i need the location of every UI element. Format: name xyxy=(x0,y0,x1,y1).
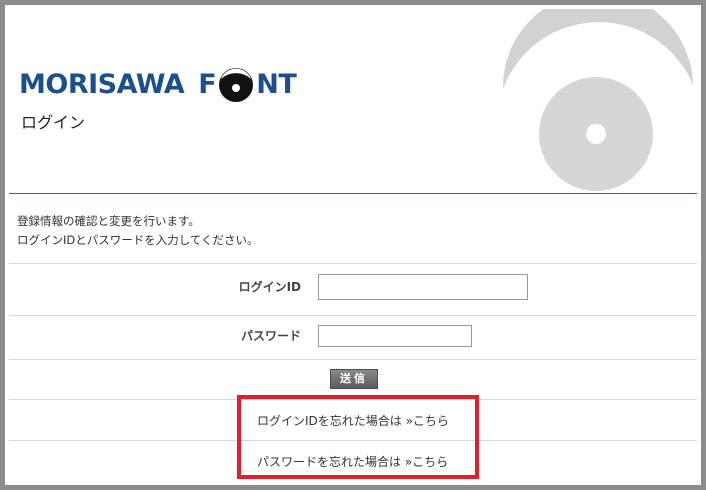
divider xyxy=(9,399,697,400)
logo-word-morisawa: MORISAWA xyxy=(19,69,185,100)
header-divider xyxy=(9,193,697,194)
intro-text: 登録情報の確認と変更を行います。 ログインIDとパスワードを入力してください。 xyxy=(17,212,259,250)
logo-letter-f: F xyxy=(198,69,217,100)
divider xyxy=(9,359,697,360)
divider xyxy=(9,440,697,441)
intro-line-2: ログインIDとパスワードを入力してください。 xyxy=(17,233,259,247)
password-label: パスワード xyxy=(240,329,301,343)
forgot-login-id-link[interactable]: ログインIDを忘れた場合は »こちら xyxy=(257,412,449,429)
page-title: ログイン xyxy=(21,113,86,132)
login-id-input[interactable] xyxy=(318,274,528,300)
password-input[interactable] xyxy=(318,325,472,347)
brand-logo[interactable]: MORISAWA F NT xyxy=(19,67,297,103)
divider xyxy=(9,263,697,264)
page-frame: MORISAWA F NT ログイン 登録情報の確認と変更を行います。 ログイン… xyxy=(0,0,706,490)
intro-line-1: 登録情報の確認と変更を行います。 xyxy=(17,214,200,228)
logo-letters-nt: NT xyxy=(256,69,297,100)
submit-button[interactable]: 送信 xyxy=(330,369,378,389)
page-content: MORISAWA F NT ログイン 登録情報の確認と変更を行います。 ログイン… xyxy=(9,9,697,481)
login-id-label: ログインID xyxy=(238,280,301,294)
forgot-password-link[interactable]: パスワードを忘れた場合は »こちら xyxy=(257,453,448,470)
lens-o-icon xyxy=(219,68,254,102)
header: MORISAWA F NT ログイン xyxy=(9,9,697,193)
divider xyxy=(9,315,697,316)
